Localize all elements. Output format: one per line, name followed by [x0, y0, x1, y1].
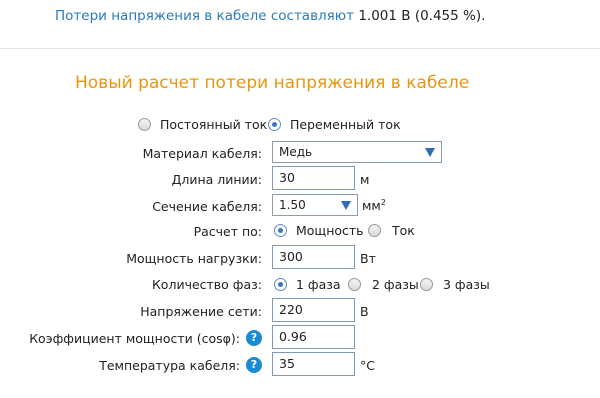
length-input[interactable]: 30 — [272, 166, 355, 190]
calc-by-label: Расчет по: — [193, 224, 262, 239]
temperature-label: Температура кабеля: — [99, 358, 240, 373]
result-line: Потери напряжения в кабеле составляют 1.… — [55, 8, 485, 24]
length-unit: м — [360, 172, 370, 187]
material-select[interactable]: Медь — [272, 141, 442, 163]
radio-phase-2[interactable] — [348, 278, 361, 291]
material-value: Медь — [279, 145, 313, 159]
power-input[interactable]: 300 — [272, 245, 355, 269]
section-value: 1.50 — [279, 198, 306, 212]
result-value: 1.001 В (0.455 %). — [358, 8, 486, 24]
radio-dc[interactable] — [138, 118, 151, 131]
section-unit: мм2 — [362, 198, 386, 213]
radio-phase-1[interactable] — [274, 278, 287, 291]
radio-phase-1-label[interactable]: 1 фаза — [296, 277, 341, 292]
chevron-down-icon — [425, 148, 435, 157]
form-title: Новый расчет потери напряжения в кабеле — [75, 73, 470, 93]
power-factor-label: Коэффициент мощности (cosφ): — [29, 331, 240, 346]
temperature-input[interactable]: 35 — [272, 352, 355, 376]
radio-dc-label[interactable]: Постоянный ток — [160, 117, 267, 132]
power-factor-input[interactable]: 0.96 — [272, 325, 355, 349]
voltage-input[interactable]: 220 — [272, 298, 355, 322]
radio-power[interactable] — [274, 224, 287, 237]
voltage-unit: В — [360, 304, 369, 319]
help-icon[interactable]: ? — [246, 357, 262, 373]
length-label: Длина линии: — [171, 172, 262, 187]
section-unit-sup: 2 — [380, 198, 386, 207]
section-select[interactable]: 1.50 — [272, 194, 358, 216]
radio-phase-2-label[interactable]: 2 фазы — [372, 277, 419, 292]
section-label: Сечение кабеля: — [152, 199, 262, 214]
divider — [0, 48, 600, 49]
help-icon[interactable]: ? — [246, 330, 262, 346]
radio-current-label[interactable]: Ток — [392, 223, 415, 238]
power-label: Мощность нагрузки: — [126, 251, 262, 266]
chevron-down-icon — [341, 201, 351, 210]
radio-ac[interactable] — [268, 118, 281, 131]
result-text: Потери напряжения в кабеле составляют — [55, 8, 355, 24]
voltage-label: Напряжение сети: — [140, 304, 262, 319]
radio-ac-label[interactable]: Переменный ток — [290, 117, 401, 132]
material-label: Материал кабеля: — [142, 146, 262, 161]
power-unit: Вт — [360, 251, 376, 266]
radio-power-label[interactable]: Мощность — [296, 223, 364, 238]
radio-phase-3-label[interactable]: 3 фазы — [443, 277, 490, 292]
phases-label: Количество фаз: — [151, 277, 262, 292]
radio-phase-3[interactable] — [420, 278, 433, 291]
radio-current[interactable] — [368, 224, 381, 237]
temperature-unit: °C — [360, 358, 375, 373]
section-unit-text: мм — [362, 198, 381, 214]
